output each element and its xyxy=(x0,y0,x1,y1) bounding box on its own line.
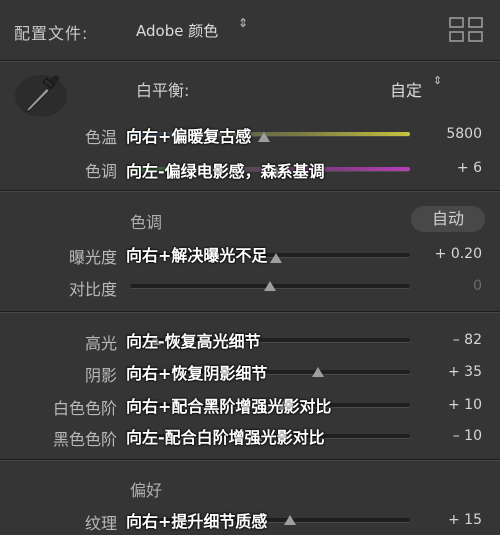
profile-label: 配置文件: xyxy=(14,24,89,43)
blacks-label: 黑色色阶 xyxy=(52,430,117,449)
blacks-annotation: 向左-配合白阶增强光影对比 xyxy=(126,428,325,447)
presence-section-title: 偏好 xyxy=(130,481,163,500)
white-balance-label: 白平衡: xyxy=(136,81,190,100)
shadows-annotation: 向右+恢复阴影细节 xyxy=(126,364,268,383)
temp-value[interactable]: 5800 xyxy=(412,126,482,142)
contrast-slider-thumb[interactable] xyxy=(264,281,276,291)
tone-section-title: 色调 xyxy=(130,213,163,232)
whites-label: 白色色阶 xyxy=(52,399,117,418)
auto-button[interactable]: 自动 xyxy=(411,206,485,232)
texture-value[interactable]: + 15 xyxy=(412,512,482,528)
profile-dropdown-arrows-icon[interactable]: ⇕ xyxy=(238,17,248,29)
shadows-slider-thumb[interactable] xyxy=(311,367,324,377)
contrast-label: 对比度 xyxy=(68,280,117,299)
exposure-slider-thumb[interactable] xyxy=(269,253,282,263)
exposure-annotation: 向右+解决曝光不足 xyxy=(126,246,268,265)
blacks-value[interactable]: – 10 xyxy=(412,428,482,444)
tint-label: 色调 xyxy=(84,162,117,181)
contrast-value[interactable]: 0 xyxy=(412,278,482,294)
texture-slider-thumb[interactable] xyxy=(283,515,296,525)
white-balance-eyedropper-icon[interactable] xyxy=(14,68,68,118)
profile-dropdown[interactable]: Adobe 颜色 xyxy=(136,20,218,41)
highlights-annotation: 向左-恢复高光细节 xyxy=(126,332,261,351)
temp-annotation: 向右+偏暖复古感 xyxy=(126,127,252,146)
white-balance-dropdown[interactable]: 自定 xyxy=(390,77,422,101)
exposure-value[interactable]: + 0.20 xyxy=(412,246,482,262)
highlights-value[interactable]: – 82 xyxy=(412,332,482,348)
whites-value[interactable]: + 10 xyxy=(412,397,482,413)
shadows-value[interactable]: + 35 xyxy=(412,364,482,380)
exposure-label: 曝光度 xyxy=(68,248,117,267)
texture-annotation: 向右+提升细节质感 xyxy=(126,512,268,531)
temp-slider-thumb[interactable] xyxy=(258,132,271,142)
texture-label: 纹理 xyxy=(84,514,117,533)
whites-annotation: 向右+配合黑阶增强光影对比 xyxy=(126,397,332,416)
temp-label: 色温 xyxy=(84,128,117,147)
white-balance-dropdown-arrows-icon[interactable]: ⇕ xyxy=(433,75,442,86)
highlights-label: 高光 xyxy=(84,334,117,353)
profile-browser-grid-icon[interactable] xyxy=(449,17,483,43)
tint-value[interactable]: + 6 xyxy=(412,160,482,176)
shadows-label: 阴影 xyxy=(84,366,117,385)
tint-annotation: 向左-偏绿电影感，森系基调 xyxy=(126,162,325,181)
